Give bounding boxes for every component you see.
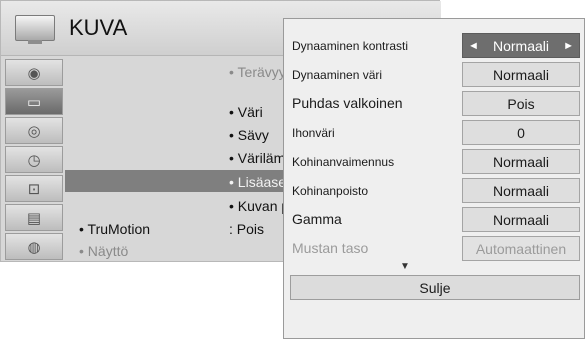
setting-label: Gamma (292, 211, 342, 227)
advanced-settings-popup: Dynaaminen kontrasti ◄ Normaali ► Dynaam… (283, 18, 585, 339)
network-icon[interactable]: ◍ (5, 233, 63, 260)
audio-icon[interactable]: ◎ (5, 117, 63, 144)
setting-row-noise-removal[interactable]: Kohinanpoisto Normaali (284, 178, 585, 204)
setting-row-clear-white[interactable]: Puhdas valkoinen Pois (284, 91, 585, 117)
setting-value[interactable]: Normaali (462, 178, 580, 203)
setting-row-skin-color[interactable]: Ihonväri 0 (284, 120, 585, 146)
arrow-right-icon[interactable]: ► (563, 40, 574, 52)
menu-item-color[interactable]: • Väri (229, 104, 263, 120)
lock-icon[interactable]: ⊡ (5, 175, 63, 202)
setting-row-noise-reduction[interactable]: Kohinanvaimennus Normaali (284, 149, 585, 175)
picture-icon[interactable]: ◉ (5, 59, 63, 86)
setting-label: Kohinanpoisto (292, 184, 369, 198)
setting-value[interactable]: Pois (462, 91, 580, 116)
setting-value-selector[interactable]: ◄ Normaali ► (462, 33, 580, 58)
setting-value: Automaattinen (462, 236, 580, 261)
arrow-left-icon[interactable]: ◄ (468, 40, 479, 52)
tv-icon (15, 15, 55, 44)
menu-title: KUVA (69, 15, 128, 40)
setting-value[interactable]: 0 (462, 120, 580, 145)
setting-label: Mustan taso (292, 240, 369, 256)
scroll-down-icon[interactable]: ▼ (400, 261, 410, 272)
setting-row-black-level: Mustan taso Automaattinen (284, 236, 585, 262)
setting-value[interactable]: Normaali (462, 207, 580, 232)
trumotion-value: : Pois (229, 221, 265, 237)
menu-item-display[interactable]: • Näyttö (79, 243, 128, 259)
menu-item-trumotion[interactable]: • TruMotion (79, 221, 150, 237)
setting-row-gamma[interactable]: Gamma Normaali (284, 207, 585, 233)
setting-value[interactable]: Normaali (462, 149, 580, 174)
setting-row-dynamic-contrast[interactable]: Dynaaminen kontrasti ◄ Normaali ► (284, 33, 585, 59)
time-icon[interactable]: ◷ (5, 146, 63, 173)
tv-icon[interactable]: ▭ (5, 88, 63, 115)
setting-label: Kohinanvaimennus (292, 155, 395, 169)
menu-item-tint[interactable]: • Sävy (229, 127, 269, 143)
setting-label: Dynaaminen väri (292, 68, 383, 82)
setting-label: Puhdas valkoinen (292, 95, 403, 111)
input-icon[interactable]: ▤ (5, 204, 63, 231)
setting-value[interactable]: Normaali (462, 62, 580, 87)
setting-value: Normaali (492, 37, 549, 54)
setting-row-dynamic-color[interactable]: Dynaaminen väri Normaali (284, 62, 585, 88)
setting-label: Ihonväri (292, 126, 335, 140)
close-button[interactable]: Sulje (290, 275, 580, 300)
category-sidebar: ◉ ▭ ◎ ◷ ⊡ ▤ ◍ (5, 59, 63, 260)
setting-label: Dynaaminen kontrasti (292, 39, 409, 53)
